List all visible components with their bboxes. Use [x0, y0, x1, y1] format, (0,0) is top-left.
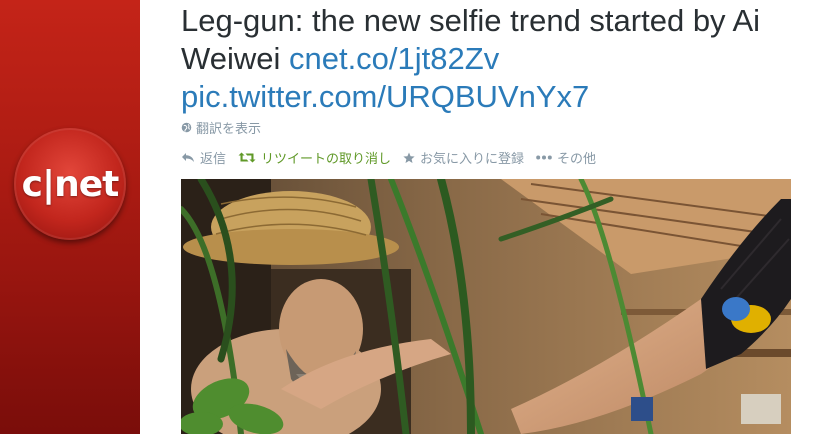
translate-label: 翻訳を表示: [196, 121, 262, 136]
photo-illustration: [181, 179, 791, 434]
avatar[interactable]: c|net: [14, 128, 126, 240]
tweet-actions: 返信 リツイートの取り消し お気に入りに登録 その他: [181, 148, 608, 167]
tweet-photo[interactable]: [181, 179, 791, 434]
profile-sidebar: c|net: [0, 0, 140, 434]
more-button[interactable]: その他: [536, 148, 596, 167]
retweet-icon: [238, 152, 256, 163]
translate-link[interactable]: 翻訳を表示: [181, 118, 261, 137]
favorite-label: お気に入りに登録: [420, 151, 525, 166]
retweet-label: リツイートの取り消し: [261, 151, 392, 166]
tweet-text: Leg-gun: the new selfie trend started by…: [181, 2, 821, 116]
globe-icon: [181, 122, 192, 133]
reply-button[interactable]: 返信: [181, 148, 226, 167]
more-label: その他: [557, 151, 597, 166]
reply-label: 返信: [200, 151, 227, 166]
star-icon: [403, 152, 415, 163]
ellipsis-icon: [536, 155, 552, 160]
tweet-link-cnet[interactable]: cnet.co/1jt82Zv: [289, 41, 499, 76]
cnet-logo-icon: c|net: [21, 163, 120, 205]
favorite-button[interactable]: お気に入りに登録: [403, 148, 524, 167]
tweet-link-pic[interactable]: pic.twitter.com/URQBUVnYx7: [181, 79, 589, 114]
undo-retweet-button[interactable]: リツイートの取り消し: [238, 148, 391, 167]
reply-icon: [182, 153, 194, 162]
